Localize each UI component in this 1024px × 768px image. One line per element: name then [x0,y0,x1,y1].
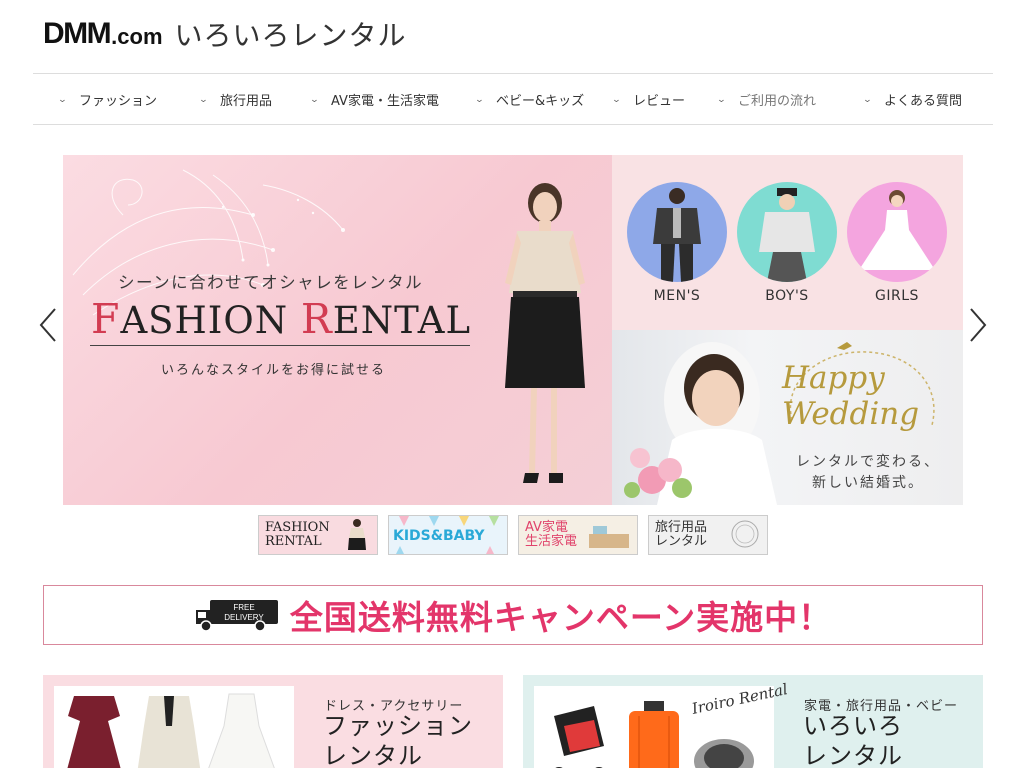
badge-line2: DELIVERY [224,613,264,622]
fashion-card-title: ファッション レンタル [323,711,473,768]
card-title-line: いろいろ [803,712,903,740]
mens-circle[interactable] [627,182,727,282]
fashion-card-image [54,686,294,768]
chevron-down-icon: ⌄ [611,94,622,105]
card-title-line: ファッション [323,712,473,740]
card-title-line: レンタル [323,742,423,768]
title-part: ENTAL [332,299,472,342]
wedding-title: Happy Wedding [782,360,919,432]
nav-item-label: AV家電・生活家電 [331,94,439,109]
badge-line1: FREE [233,603,254,612]
chevron-down-icon: ⌄ [862,94,873,105]
thumb-text: AV家電 生活家電 [525,521,577,549]
category-panel: MEN'S BOY'S GIRLS [612,155,963,330]
thumb-line: FASHION [265,520,330,535]
dmm-logo[interactable]: DMM [43,17,112,51]
nav-item-label: ベビー&キッズ [496,94,585,109]
boys-circle[interactable] [737,182,837,282]
nav-item-travel[interactable]: ⌄ 旅行用品 [198,74,273,125]
chevron-down-icon: ⌄ [198,94,209,105]
wedding-subtitle: レンタルで変わる、 新しい結婚式。 [788,452,948,494]
chevron-right-icon [970,308,987,342]
nav-item-faq[interactable]: ⌄ よくある質問 [862,74,963,125]
main-nav: ⌄ ファッション ⌄ 旅行用品 ⌄ AV家電・生活家電 ⌄ ベビー&キッズ ⌄ … [33,73,993,125]
title-underline [90,345,470,346]
dresses-photo [67,693,275,768]
title-letter-f: F [91,295,121,343]
fashion-title: FASHION RENTAL [91,295,471,343]
stamp-icon [731,520,759,548]
thumb-text: FASHION RENTAL [265,521,330,549]
thumb-text: KIDS&BABY [393,528,485,544]
thumb-text: 旅行用品 レンタル [655,521,707,549]
model-thumb [348,519,366,550]
hero-carousel: シーンに合わせてオシャレをレンタル FASHION RENTAL いろんなスタイ… [63,155,963,505]
mens-photo [627,182,727,282]
mens-label[interactable]: MEN'S [627,288,727,304]
free-shipping-text: 全国送料無料キャンペーン実施中！ [289,598,833,637]
nav-item-label: ファッション [79,94,158,109]
chevron-down-icon: ⌄ [716,94,727,105]
thumb-kids-baby[interactable]: KIDS&BABY [388,515,508,555]
girls-label[interactable]: GIRLS [847,288,947,304]
nav-item-how-to-use[interactable]: ⌄ ご利用の流れ [716,74,817,125]
boys-label[interactable]: BOY'S [737,288,837,304]
wedding-subtitle-line2: 新しい結婚式。 [812,475,924,491]
chevron-down-icon: ⌄ [309,94,320,105]
nav-item-label: レビュー [633,94,686,109]
delivery-truck-icon: FREE DELIVERY [195,600,278,632]
wedding-subtitle-line1: レンタルで変わる、 [796,454,940,470]
carousel-next-button[interactable] [967,305,989,345]
nav-item-label: よくある質問 [884,94,963,109]
chevron-down-icon: ⌄ [57,94,68,105]
model-photo [505,183,585,483]
nav-item-fashion[interactable]: ⌄ ファッション [57,74,158,125]
site-name[interactable]: いろいろレンタル [175,14,407,54]
boys-photo [737,182,837,282]
thumb-appliances[interactable]: AV家電 生活家電 [518,515,638,555]
thumb-travel[interactable]: 旅行用品 レンタル [648,515,768,555]
card-title-line: レンタル [803,742,903,768]
chevron-left-icon [39,308,56,342]
nav-item-review[interactable]: ⌄ レビュー [611,74,686,125]
thumb-line: 旅行用品 [655,520,708,535]
nav-item-label: ご利用の流れ [738,94,817,109]
site-header: DMM .com いろいろレンタル [43,14,407,54]
nav-item-baby-kids[interactable]: ⌄ ベビー&キッズ [474,74,585,125]
thumb-line: RENTAL [265,534,322,549]
fashion-subtitle: シーンに合わせてオシャレをレンタル [118,273,424,292]
thumb-line: AV家電 [525,520,568,535]
girls-photo [847,182,947,282]
fashion-rental-banner[interactable]: シーンに合わせてオシャレをレンタル FASHION RENTAL いろんなスタイ… [63,155,612,505]
furniture-thumb [589,526,629,548]
wedding-title-line1: Happy [782,360,885,396]
nav-item-label: 旅行用品 [220,94,273,109]
iroiro-card-title: いろいろ レンタル [803,711,903,768]
fashion-tagline: いろんなスタイルをお得に試せる [161,363,387,378]
dmm-logo-suffix[interactable]: .com [111,24,162,50]
wedding-title-line2: Wedding [782,396,920,432]
wedding-banner[interactable]: Happy Wedding レンタルで変わる、 新しい結婚式。 [612,330,963,505]
thumb-fashion-rental[interactable]: FASHION RENTAL [258,515,378,555]
free-shipping-banner[interactable]: FREE DELIVERY 全国送料無料キャンペーン実施中！ [43,585,983,645]
title-letter-r: R [300,295,333,343]
card-fashion-rental[interactable]: ドレス・アクセサリー ファッション レンタル [43,675,503,768]
card-iroiro-rental[interactable]: Iroiro Rental 家電・旅行用品・ベビー いろいろ レンタル [523,675,983,768]
thumb-line: レンタル [655,534,708,549]
girls-circle[interactable] [847,182,947,282]
carousel-prev-button[interactable] [37,305,59,345]
thumb-line: 生活家電 [525,534,578,549]
nav-item-appliances[interactable]: ⌄ AV家電・生活家電 [309,74,439,125]
chevron-down-icon: ⌄ [474,94,485,105]
title-part: ASHION [120,299,301,342]
